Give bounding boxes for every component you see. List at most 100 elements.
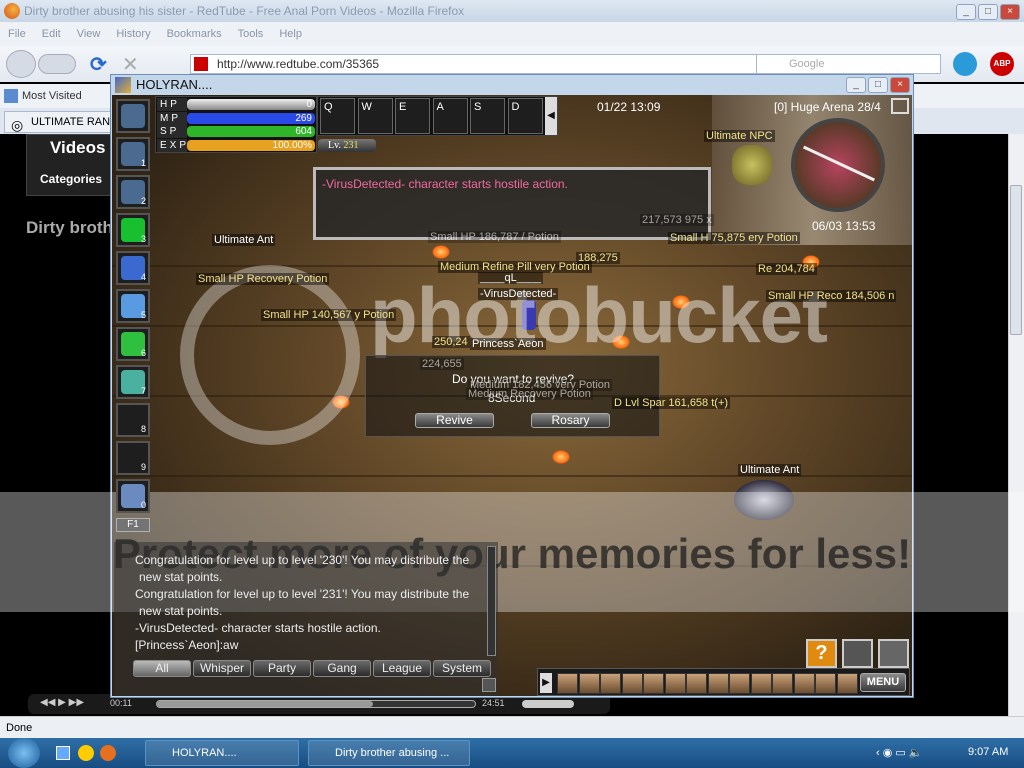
chat-scrollbar[interactable] <box>487 546 496 656</box>
minimize-button[interactable]: _ <box>956 4 976 20</box>
bookmark-most-visited[interactable]: Most Visited <box>22 90 82 102</box>
world-label[interactable]: -VirusDetected- <box>478 288 559 300</box>
world-label[interactable]: Re 204,784 <box>756 263 817 275</box>
quick-item-slot[interactable] <box>815 673 836 694</box>
skill-slot[interactable]: 9 <box>116 441 150 475</box>
world-label[interactable]: Small HP Recovery Potion <box>196 273 330 285</box>
quick-item-slot[interactable] <box>557 673 578 694</box>
ultimate-npc-sprite[interactable] <box>732 145 772 185</box>
quick-item-slot[interactable] <box>686 673 707 694</box>
back-button[interactable] <box>6 50 36 78</box>
tab-ultimate-ran[interactable]: ◎ ULTIMATE RAN <box>4 111 112 133</box>
quick-item-slot[interactable] <box>729 673 750 694</box>
hotkey-slot-e[interactable]: E <box>395 98 430 134</box>
game-maximize-button[interactable]: □ <box>868 77 888 93</box>
hotkey-slot-a[interactable]: A <box>432 98 468 134</box>
menu-button[interactable]: MENU <box>860 673 906 692</box>
world-label[interactable]: Small H 75,875 ery Potion <box>668 232 800 244</box>
chat-tab-gang[interactable]: Gang <box>313 660 371 677</box>
videos-heading[interactable]: Videos <box>50 138 105 158</box>
world-label[interactable]: 217,573 975 x <box>640 214 714 226</box>
quick-item-slot[interactable] <box>664 673 686 694</box>
reload-icon[interactable]: ⟳ <box>90 52 107 77</box>
chat-tab-all[interactable]: All <box>133 660 191 677</box>
categories-link[interactable]: Categories <box>40 172 102 186</box>
world-label[interactable]: Ultimate Ant <box>212 234 276 246</box>
quick-item-slot[interactable] <box>836 673 858 694</box>
menu-bookmarks[interactable]: Bookmarks <box>167 28 222 40</box>
world-label[interactable]: Medium Recovery Potion <box>466 388 593 400</box>
skill-slot[interactable]: 2 <box>116 175 150 209</box>
help-icon[interactable]: ? <box>806 639 837 668</box>
menu-file[interactable]: File <box>8 28 26 40</box>
menu-edit[interactable]: Edit <box>42 28 61 40</box>
close-button[interactable]: × <box>1000 4 1020 20</box>
quick-item-slot[interactable] <box>750 673 772 694</box>
chat-tab-system[interactable]: System <box>433 660 491 677</box>
chat-tab-league[interactable]: League <box>373 660 431 677</box>
chat-tab-whisper[interactable]: Whisper <box>193 660 251 677</box>
game-minimize-button[interactable]: _ <box>846 77 866 93</box>
world-label[interactable]: ____qL____ <box>478 272 544 284</box>
start-button[interactable] <box>8 738 40 768</box>
community-icon[interactable] <box>842 639 873 668</box>
quick-item-slot[interactable] <box>793 673 815 694</box>
adblock-icon[interactable]: ABP <box>990 52 1014 76</box>
hotkey-slot-s[interactable]: S <box>470 98 505 134</box>
skill-slot[interactable]: 3 <box>116 213 150 247</box>
chat-resize-button[interactable] <box>482 678 496 692</box>
minimap[interactable] <box>791 118 885 212</box>
hotkey-slot-q[interactable]: Q <box>320 98 355 134</box>
quick-item-slot[interactable] <box>578 673 600 694</box>
menu-help[interactable]: Help <box>279 28 302 40</box>
world-label[interactable]: D Lvl Spar 161,658 t(+) <box>612 397 731 409</box>
hotkey-slot-w[interactable]: W <box>357 98 393 134</box>
quick-item-slot[interactable] <box>643 673 664 694</box>
skill-slot[interactable]: 6 <box>116 327 150 361</box>
rosary-button[interactable]: Rosary <box>531 413 610 428</box>
world-label[interactable]: Small HP 140,567 y Potion <box>261 309 397 321</box>
show-desktop-icon[interactable] <box>56 746 70 760</box>
window-mode-icon[interactable] <box>891 98 909 114</box>
skill-slot[interactable]: 1 <box>116 137 150 171</box>
skill-slot[interactable]: 8 <box>116 403 150 437</box>
seek-bar[interactable] <box>156 700 476 708</box>
world-label[interactable]: Small HP Reco 184,506 n <box>766 290 897 302</box>
skill-slot[interactable] <box>116 99 150 133</box>
volume-slider[interactable] <box>522 700 574 708</box>
menu-tools[interactable]: Tools <box>238 28 264 40</box>
world-label[interactable]: Small HP 186,787 / Potion <box>428 231 561 243</box>
world-label[interactable]: Princess`Aeon <box>470 338 546 350</box>
skill-slot[interactable]: 4 <box>116 251 150 285</box>
scrollbar-thumb[interactable] <box>1010 185 1022 335</box>
hotkey-slot-d[interactable]: D <box>507 98 543 134</box>
skype-icon[interactable] <box>953 52 977 76</box>
menu-history[interactable]: History <box>116 28 150 40</box>
quick-item-slot[interactable] <box>707 673 729 694</box>
playback-buttons[interactable]: ◀◀ ▶ ▶▶ <box>40 697 84 708</box>
search-input[interactable]: Google <box>756 54 941 74</box>
chat-tab-party[interactable]: Party <box>253 660 311 677</box>
skill-slot[interactable]: 7 <box>116 365 150 399</box>
tray-icons[interactable]: ‹ ◉ ▭ 🔈 <box>876 746 923 759</box>
forward-button[interactable] <box>38 54 76 74</box>
quickbar-toggle-arrow[interactable]: ▶ <box>540 673 552 693</box>
taskbar-item-firefox[interactable]: Dirty brother abusing ... <box>308 740 470 766</box>
world-label[interactable]: Ultimate NPC <box>704 130 775 142</box>
world-label[interactable]: 250,24 <box>432 336 470 348</box>
world-label[interactable]: Ultimate Ant <box>738 464 802 476</box>
skill-slot[interactable]: 5 <box>116 289 150 323</box>
world-label[interactable]: 188,275 <box>576 252 620 264</box>
taskbar-item-holyran[interactable]: HOLYRAN.... <box>145 740 299 766</box>
world-label[interactable]: 224,655 <box>420 358 464 370</box>
maximize-button[interactable]: □ <box>978 4 998 20</box>
quick-item-slot[interactable] <box>621 673 643 694</box>
hotkey-toggle-arrow[interactable]: ◀ <box>545 97 557 135</box>
messenger-icon[interactable] <box>78 745 94 761</box>
game-close-button[interactable]: × <box>890 77 910 93</box>
options-icon[interactable] <box>878 639 909 668</box>
revive-button[interactable]: Revive <box>415 413 494 428</box>
firefox-quicklaunch-icon[interactable] <box>100 745 116 761</box>
menu-view[interactable]: View <box>77 28 101 40</box>
quick-item-slot[interactable] <box>600 673 621 694</box>
